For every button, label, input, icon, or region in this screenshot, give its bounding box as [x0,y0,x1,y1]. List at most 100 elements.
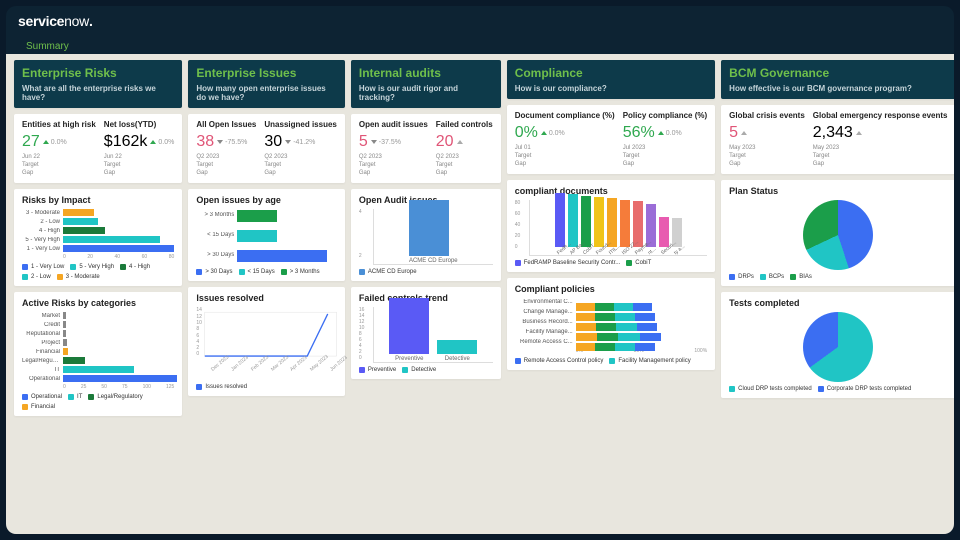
app-frame: servicenow. Summary Enterprise Risks Wha… [6,6,954,534]
legend-item[interactable]: CobiT [626,260,651,266]
kpi[interactable]: Open audit issues 5 -37.5% Q2 2023Target… [359,120,428,177]
bar[interactable] [237,230,277,242]
bar[interactable] [63,357,85,364]
axis-label: Financial [22,349,60,355]
kpi-card: All Open Issues 38 -75.5% Q2 2023TargetG… [188,114,345,183]
bar[interactable] [437,340,477,354]
kpi[interactable]: Failed controls 20 Q2 2023TargetGap [436,120,493,177]
bar[interactable] [63,236,160,243]
kpi-label: Failed controls [436,120,493,129]
axis-label: Credit [22,322,60,328]
bar[interactable] [63,339,67,346]
legend-item[interactable]: DRPs [729,274,754,280]
kpi[interactable]: Entities at high risk 27 0.0% Jun 22Targ… [22,120,96,177]
bar-seg[interactable] [635,343,655,351]
bar[interactable] [659,217,669,248]
legend: DRPs BCPs BIAs [729,274,947,280]
legend-item[interactable]: ACME CD Europe [359,269,417,275]
axis-label: 3 - Moderate [22,210,60,216]
chart-title: Risks by Impact [22,195,174,205]
bar[interactable] [63,227,105,234]
legend-item[interactable]: 1 - Very Low [22,264,64,270]
bar[interactable] [63,366,134,373]
pie-chart[interactable] [803,200,873,270]
bar-seg[interactable] [576,343,596,351]
kpi[interactable]: Global emergency response events 2,343 M… [813,111,948,168]
axis-label: Securi... [660,247,670,257]
legend-item[interactable]: BCPs [760,274,784,280]
bar[interactable] [63,245,174,252]
axis-label: < 15 Days [196,232,234,238]
pie-chart[interactable] [803,312,873,382]
kpi-meta: Jun 22TargetGap [104,154,175,177]
bar[interactable] [620,200,630,248]
bar[interactable] [555,193,565,248]
bar[interactable] [389,298,429,354]
kpi-label: Entities at high risk [22,120,96,129]
legend-item[interactable]: Remote Access Control policy [515,358,604,364]
kpi[interactable]: Global crisis events 5 May 2023TargetGap [729,111,805,168]
chart-title: Issues resolved [196,293,337,303]
axis-label: Environmental C... [515,299,573,305]
legend-item[interactable]: FedRAMP Baseline Security Contr... [515,260,621,266]
legend-item[interactable]: 5 - Very High [70,264,114,270]
bar[interactable] [63,330,66,337]
legend-item[interactable]: Preventive [359,367,396,373]
legend-item[interactable]: Corporate DRP tests completed [818,386,912,392]
bar[interactable] [63,218,98,225]
kpi[interactable]: Document compliance (%) 0% 0.0% Jul 01Ta… [515,111,615,168]
legend-item[interactable]: Detective [402,367,436,373]
legend-item[interactable]: Facility Management policy [609,358,690,364]
bar-seg[interactable] [615,343,635,351]
kpi[interactable]: Unassigned issues 30 -41.2% Q2 2023Targe… [264,120,336,177]
kpi-meta: May 2023TargetGap [729,145,805,168]
bar[interactable] [237,250,327,262]
bar[interactable] [237,210,277,222]
kpi-trend [741,131,747,135]
chart-title: Open issues by age [196,195,337,205]
legend-item[interactable]: BIAs [790,274,812,280]
kpi-value: 30 [264,133,282,151]
dashboard-board: Enterprise Risks What are all the enterp… [6,54,954,534]
axis-label: Preventive [389,356,429,362]
chart-title: compliant documents [515,186,707,196]
bar[interactable] [568,194,578,247]
legend: FedRAMP Baseline Security Contr... CobiT [515,260,707,266]
bar-seg[interactable] [595,343,615,351]
axis-label: ISO 27... [621,247,631,257]
section-subtitle: How is our audit rigor and tracking? [359,84,493,102]
section-header: Enterprise Issues How many open enterpri… [188,60,345,108]
legend-item[interactable]: Legal/Regulatory [88,394,142,400]
kpi-trend: -41.2% [285,139,315,146]
kpi-meta: Q2 2023TargetGap [359,154,428,177]
chart-card: Risks by Impact 3 - Moderate 2 - Low 4 -… [14,189,182,286]
bar[interactable] [63,375,177,382]
legend-item[interactable]: Operational [22,394,62,400]
kpi-trend [856,131,862,135]
bar[interactable] [63,348,68,355]
legend-item[interactable]: 3 - Moderate [57,274,100,280]
legend-item[interactable]: Cloud DRP tests completed [729,386,812,392]
kpi[interactable]: Net loss(YTD) $162k 0.0% Jun 22TargetGap [104,120,175,177]
kpi-label: Document compliance (%) [515,111,615,120]
bar[interactable] [594,197,604,247]
legend-item[interactable]: < 15 Days [239,269,275,275]
legend-item[interactable]: > 30 Days [196,269,232,275]
axis-label: 5 - Very High [22,237,60,243]
section-title: Compliance [515,66,707,80]
legend-item[interactable]: Issues resolved [196,384,247,390]
legend-item[interactable]: IT [68,394,82,400]
kpi[interactable]: Policy compliance (%) 56% 0.0% Jul 2023T… [623,111,707,168]
bar[interactable] [63,312,66,319]
legend-item[interactable]: > 3 Months [281,269,320,275]
kpi[interactable]: All Open Issues 38 -75.5% Q2 2023TargetG… [196,120,256,177]
kpi-value: 5 [729,124,738,142]
bar[interactable] [409,200,449,256]
kpi-trend: -37.5% [371,139,401,146]
legend-item[interactable]: 2 - Low [22,274,51,280]
section-subtitle: What are all the enterprise risks we hav… [22,84,174,102]
bar[interactable] [63,321,66,328]
bar[interactable] [63,209,94,216]
legend-item[interactable]: 4 - High [120,264,150,270]
legend-item[interactable]: Financial [22,404,55,410]
